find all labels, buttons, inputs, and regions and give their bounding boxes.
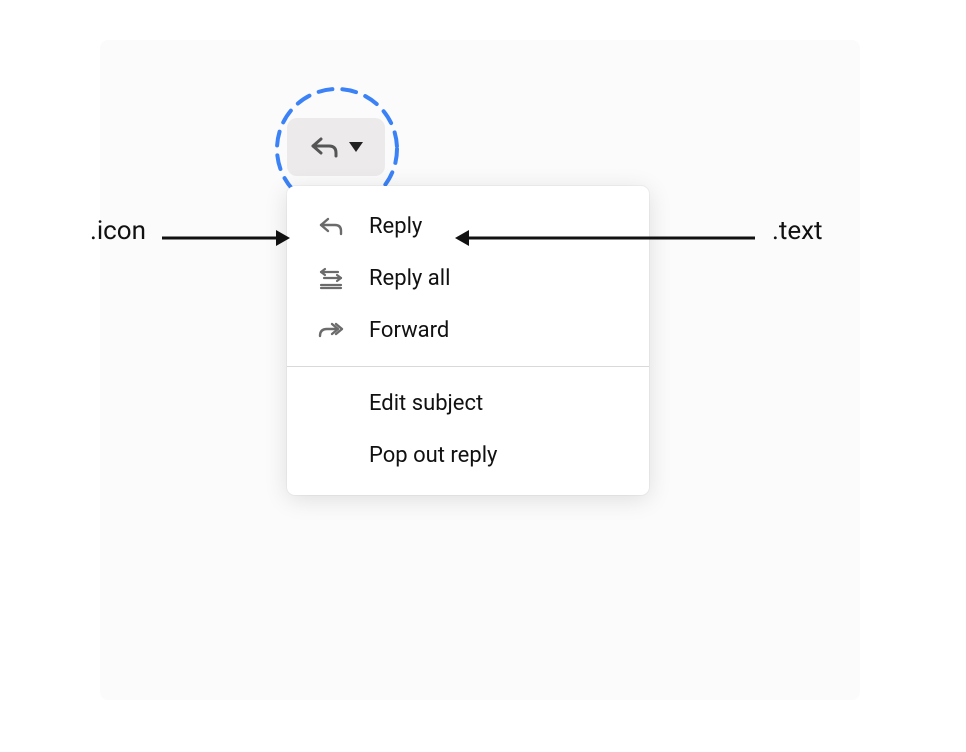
reply-all-icon	[317, 264, 345, 292]
menu-divider	[287, 366, 649, 367]
arrow-to-icon	[162, 230, 290, 246]
reply-icon	[317, 212, 345, 240]
menu-item-pop-out-reply[interactable]: Pop out reply	[287, 429, 649, 481]
menu-item-edit-subject[interactable]: Edit subject	[287, 377, 649, 429]
annotation-icon: .icon	[90, 216, 146, 246]
menu-item-label: Reply all	[369, 266, 450, 291]
menu-item-label: Forward	[369, 318, 449, 343]
diagram-canvas: Reply Reply all	[100, 40, 860, 700]
forward-icon	[317, 316, 345, 344]
menu-item-label: Pop out reply	[369, 443, 497, 468]
menu-item-label: Edit subject	[369, 391, 483, 416]
menu-item-label: Reply	[369, 214, 422, 239]
arrow-to-text	[455, 230, 755, 246]
caret-down-icon	[349, 142, 363, 152]
reply-arrow-icon	[309, 135, 339, 159]
reply-dropdown-trigger[interactable]	[287, 118, 385, 176]
menu-item-reply-all[interactable]: Reply all	[287, 252, 649, 304]
annotation-text: .text	[772, 216, 823, 246]
menu-item-forward[interactable]: Forward	[287, 304, 649, 356]
